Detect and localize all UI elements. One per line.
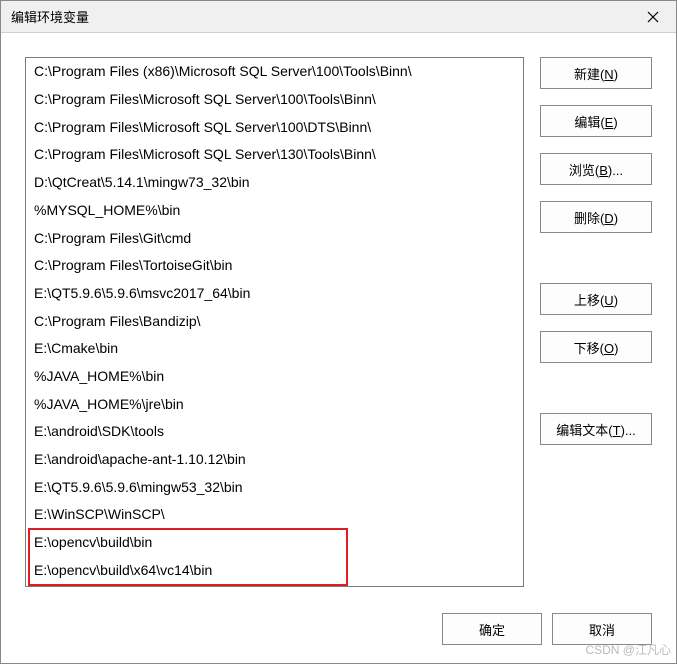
list-item[interactable]: C:\Program Files\Bandizip\ (26, 308, 523, 336)
list-item[interactable]: C:\Program Files\Microsoft SQL Server\10… (26, 114, 523, 142)
list-item[interactable]: D:\QtCreat\5.14.1\mingw73_32\bin (26, 169, 523, 197)
close-button[interactable] (630, 1, 676, 33)
list-item[interactable]: E:\android\SDK\tools (26, 418, 523, 446)
list-item[interactable]: C:\Program Files (x86)\Microsoft SQL Ser… (26, 58, 523, 86)
list-item[interactable]: %JAVA_HOME%\jre\bin (26, 391, 523, 419)
browse-button[interactable]: 浏览(B)... (540, 153, 652, 185)
cancel-button[interactable]: 取消 (552, 613, 652, 645)
side-buttons: 新建(N) 编辑(E) 浏览(B)... 删除(D) 上移(U) 下移(O) 编… (540, 57, 652, 593)
dialog-window: 编辑环境变量 %SYSTEMROOT%\System32\WindowsPowe… (0, 0, 677, 664)
list-item[interactable]: C:\Program Files\Microsoft SQL Server\10… (26, 86, 523, 114)
listbox-wrap: %SYSTEMROOT%\System32\WindowsPowerShell\… (25, 57, 524, 593)
list-item[interactable]: %MYSQL_HOME%\bin (26, 197, 523, 225)
move-down-button[interactable]: 下移(O) (540, 331, 652, 363)
titlebar: 编辑环境变量 (1, 1, 676, 33)
ok-button[interactable]: 确定 (442, 613, 542, 645)
list-item[interactable]: E:\android\apache-ant-1.10.12\bin (26, 446, 523, 474)
list-item[interactable]: E:\QT5.9.6\5.9.6\mingw53_32\bin (26, 474, 523, 502)
list-item[interactable]: C:\Program Files\TortoiseGit\bin (26, 252, 523, 280)
list-item[interactable]: E:\WinSCP\WinSCP\ (26, 501, 523, 529)
list-item[interactable]: E:\Cmake\bin (26, 335, 523, 363)
main-row: %SYSTEMROOT%\System32\WindowsPowerShell\… (25, 57, 652, 593)
list-item[interactable]: %JAVA_HOME%\bin (26, 363, 523, 391)
dialog-content: %SYSTEMROOT%\System32\WindowsPowerShell\… (1, 33, 676, 663)
edit-text-button[interactable]: 编辑文本(T)... (540, 413, 652, 445)
dialog-title: 编辑环境变量 (11, 7, 89, 26)
path-listbox[interactable]: %SYSTEMROOT%\System32\WindowsPowerShell\… (25, 57, 524, 587)
new-button[interactable]: 新建(N) (540, 57, 652, 89)
move-up-button[interactable]: 上移(U) (540, 283, 652, 315)
list-item[interactable]: C:\Program Files\Git\cmd (26, 225, 523, 253)
list-item[interactable]: E:\opencv\build\x64\vc14\bin (26, 557, 523, 585)
dialog-footer: 确定 取消 (25, 613, 652, 645)
list-item[interactable]: E:\opencv\build\bin (26, 529, 523, 557)
edit-button[interactable]: 编辑(E) (540, 105, 652, 137)
delete-button[interactable]: 删除(D) (540, 201, 652, 233)
list-item[interactable]: E:\QT5.9.6\5.9.6\msvc2017_64\bin (26, 280, 523, 308)
list-item[interactable]: C:\Program Files\Microsoft SQL Server\13… (26, 141, 523, 169)
close-icon (647, 11, 659, 23)
